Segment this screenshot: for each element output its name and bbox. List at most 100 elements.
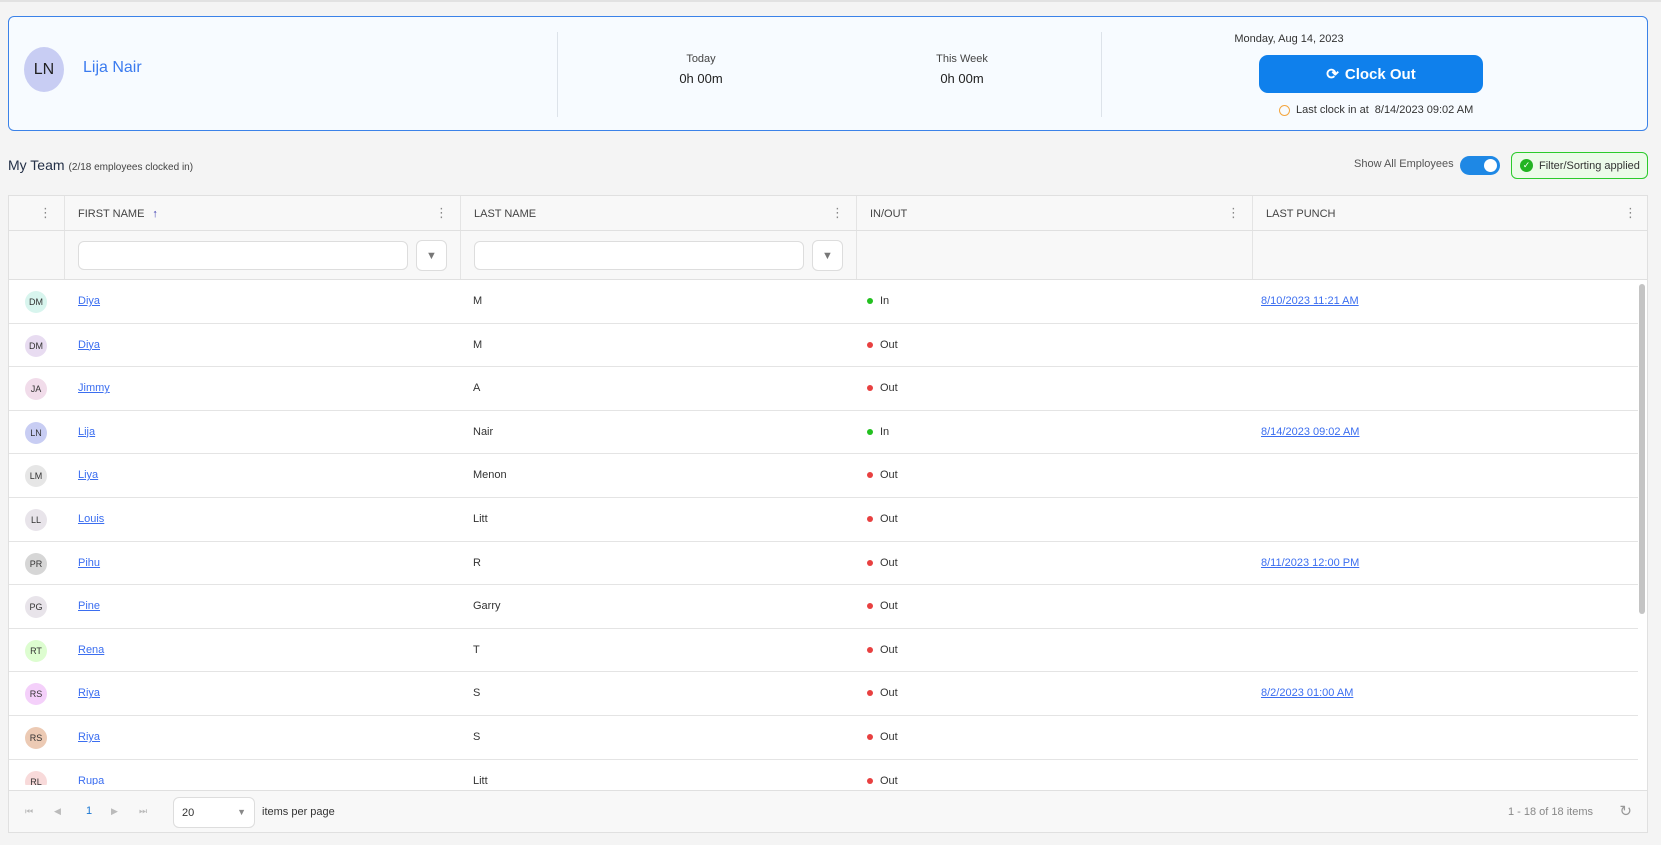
last-name: R — [473, 556, 481, 569]
last-name: Nair — [473, 425, 494, 438]
first-name-link[interactable]: Louis — [78, 513, 104, 525]
header-last-name[interactable]: LAST NAME ⋮ — [461, 196, 857, 230]
clock-out-button[interactable]: ⟳ Clock Out — [1259, 55, 1483, 93]
last-name: Litt — [473, 512, 488, 525]
header-in-out[interactable]: IN/OUT ⋮ — [857, 196, 1253, 230]
status-label: Out — [880, 774, 898, 785]
filter-icon[interactable]: ▼ — [812, 240, 843, 271]
table-row: RL Rupa Litt Out — [9, 760, 1638, 785]
next-page-icon[interactable]: ▶ — [111, 806, 118, 817]
first-name-link[interactable]: Lija — [78, 426, 95, 438]
column-menu-icon[interactable]: ⋮ — [1624, 205, 1637, 221]
last-punch-link[interactable]: 8/10/2023 11:21 AM — [1261, 295, 1359, 307]
first-name-header: FIRST NAME ↑ — [78, 208, 158, 220]
user-avatar: LN — [24, 47, 64, 92]
status-label: In — [880, 295, 890, 307]
avatar: PR — [25, 552, 47, 575]
last-punch-link[interactable]: 8/2/2023 01:00 AM — [1261, 687, 1353, 699]
filter-cell: ▼ — [461, 231, 857, 279]
column-menu-icon[interactable]: ⋮ — [39, 205, 52, 221]
team-title-text: My Team — [8, 157, 65, 173]
status-label: Out — [880, 600, 898, 613]
team-title: My Team (2/18 employees clocked in) — [8, 157, 193, 173]
page-size-select[interactable]: 20 ▼ — [173, 797, 255, 828]
filter-applied-badge[interactable]: ✓ Filter/Sorting applied — [1511, 152, 1648, 179]
first-name-link[interactable]: Rena — [78, 644, 104, 656]
status-label: Out — [880, 469, 898, 482]
check-icon: ✓ — [1520, 159, 1533, 172]
status-label: Out — [880, 382, 898, 395]
page-number[interactable]: 1 — [86, 805, 92, 817]
status-dot-icon — [867, 603, 873, 610]
avatar: PG — [25, 596, 47, 619]
last-page-icon[interactable]: ⏭ — [139, 806, 147, 817]
first-name-label: FIRST NAME — [78, 208, 145, 220]
first-name-link[interactable]: Rupa — [78, 775, 104, 785]
status: Out — [867, 775, 898, 785]
status: Out — [867, 557, 898, 569]
divider — [1101, 32, 1102, 117]
column-menu-icon[interactable]: ⋮ — [1227, 205, 1240, 221]
chevron-down-icon: ▼ — [237, 807, 246, 817]
first-name-link[interactable]: Jimmy — [78, 382, 110, 394]
last-punch-link[interactable]: 8/14/2023 09:02 AM — [1261, 426, 1359, 438]
last-name: A — [473, 382, 481, 395]
last-clock-label: Last clock in at — [1296, 104, 1369, 116]
header-first-name[interactable]: FIRST NAME ↑ ⋮ — [65, 196, 461, 230]
table-row: PG Pine Garry Out — [9, 585, 1638, 629]
prev-page-icon[interactable]: ◀ — [54, 806, 61, 817]
avatar: DM — [25, 334, 47, 357]
status-label: Out — [880, 687, 898, 700]
first-name-link[interactable]: Riya — [78, 687, 100, 699]
first-name-filter-input[interactable] — [78, 241, 408, 270]
last-name-filter-input[interactable] — [474, 241, 804, 270]
user-name[interactable]: Lija Nair — [83, 59, 142, 77]
clock-card: LN Lija Nair Today 0h 00m This Week 0h 00m… — [8, 16, 1648, 131]
status-label: Out — [880, 643, 898, 656]
last-name: S — [473, 730, 481, 743]
first-name-link[interactable]: Diya — [78, 295, 100, 307]
avatar: LM — [25, 465, 47, 488]
avatar: RT — [25, 639, 47, 662]
today-stat: Today 0h 00m — [601, 53, 801, 86]
show-all-toggle[interactable] — [1460, 156, 1500, 175]
last-clock-value: 8/14/2023 09:02 AM — [1374, 104, 1474, 116]
table-row: DM Diya M In 8/10/2023 11:21 AM — [9, 280, 1638, 324]
status-label: Out — [880, 338, 898, 351]
last-name: Litt — [473, 774, 488, 785]
table-row: LM Liya Menon Out — [9, 454, 1638, 498]
column-menu-icon[interactable]: ⋮ — [435, 205, 448, 221]
week-value: 0h 00m — [940, 71, 984, 86]
avatar: JA — [25, 378, 47, 401]
first-name-link[interactable]: Diya — [78, 339, 100, 351]
first-name-link[interactable]: Pihu — [78, 557, 100, 569]
team-grid: ⋮ FIRST NAME ↑ ⋮ LAST NAME ⋮ IN/OUT ⋮ LAST P… — [8, 195, 1648, 833]
avatar: LL — [25, 508, 47, 531]
refresh-icon[interactable]: ↻ — [1619, 802, 1632, 820]
status: Out — [867, 339, 898, 351]
filter-cell — [9, 231, 65, 279]
avatar: RS — [25, 726, 47, 749]
header-row: ⋮ FIRST NAME ↑ ⋮ LAST NAME ⋮ IN/OUT ⋮ LAST P… — [9, 196, 1647, 231]
first-name-link[interactable]: Riya — [78, 731, 100, 743]
last-punch-link[interactable]: 8/11/2023 12:00 PM — [1261, 557, 1359, 569]
status-label: Out — [880, 556, 898, 569]
table-row: RT Rena T Out — [9, 629, 1638, 673]
status: In — [867, 426, 889, 438]
first-name-link[interactable]: Pine — [78, 600, 100, 612]
avatar: DM — [25, 291, 47, 313]
status-dot-icon — [867, 385, 873, 392]
first-name-link[interactable]: Liya — [78, 469, 98, 481]
vertical-scrollbar[interactable] — [1639, 284, 1645, 614]
last-name-label: LAST NAME — [474, 208, 537, 220]
first-page-icon[interactable]: ⏮ — [25, 806, 33, 817]
header-last-punch[interactable]: LAST PUNCH ⋮ — [1253, 196, 1647, 230]
last-name: Menon — [473, 469, 507, 482]
status-dot-icon — [867, 777, 873, 784]
status: Out — [867, 644, 898, 656]
page-size-value: 20 — [182, 807, 195, 819]
avatar: LN — [25, 421, 47, 444]
filter-cell: ▼ — [65, 231, 461, 279]
column-menu-icon[interactable]: ⋮ — [831, 205, 844, 221]
filter-icon[interactable]: ▼ — [416, 240, 447, 271]
